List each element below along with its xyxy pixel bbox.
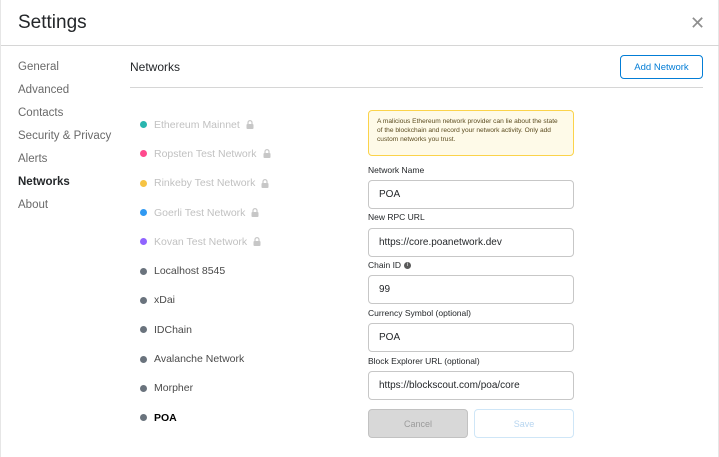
add-network-button[interactable]: Add Network xyxy=(620,55,703,79)
network-item-label: xDai xyxy=(154,294,176,307)
chain-id-input[interactable]: 99 xyxy=(368,275,574,304)
network-item-label: Rinkeby Test Network xyxy=(154,177,256,190)
network-status-dot-icon xyxy=(140,179,147,187)
lock-icon xyxy=(253,237,261,247)
network-item-localhost-8545[interactable]: Localhost 8545 xyxy=(140,256,340,285)
network-item-label: Avalanche Network xyxy=(154,353,245,366)
sidebar-item-networks[interactable]: Networks xyxy=(18,175,118,198)
sidebar-item-alerts[interactable]: Alerts xyxy=(18,152,118,175)
currency-symbol-input[interactable]: POA xyxy=(368,323,574,352)
page-title: Settings xyxy=(18,12,87,33)
network-item-poa[interactable]: POA xyxy=(140,403,340,432)
network-item-label: POA xyxy=(154,411,177,424)
block-explorer-url-input[interactable]: https://blockscout.com/poa/core xyxy=(368,371,574,400)
section-divider xyxy=(130,87,703,88)
network-item-xdai[interactable]: xDai xyxy=(140,286,340,315)
lock-icon xyxy=(251,208,259,218)
network-status-dot-icon xyxy=(140,355,147,363)
save-button[interactable]: Save xyxy=(474,409,574,438)
rpc-url-input[interactable]: https://core.poanetwork.dev xyxy=(368,228,574,257)
network-status-dot-icon xyxy=(140,121,147,129)
chain-id-label-row: Chain ID i xyxy=(368,260,412,270)
network-item-label: Localhost 8545 xyxy=(154,265,226,278)
close-icon[interactable]: ✕ xyxy=(690,14,705,32)
network-item-label: IDChain xyxy=(154,323,192,336)
network-item-rinkeby-test-network[interactable]: Rinkeby Test Network xyxy=(140,169,340,198)
network-item-label: Kovan Test Network xyxy=(154,235,248,248)
sidebar-item-security-privacy[interactable]: Security & Privacy xyxy=(18,129,118,152)
network-name-label: Network Name xyxy=(368,165,425,175)
settings-window: Settings ✕ General Advanced Contacts Sec… xyxy=(0,0,719,457)
network-status-dot-icon xyxy=(140,326,147,334)
network-item-morpher[interactable]: Morpher xyxy=(140,374,340,403)
network-warning-banner: A malicious Ethereum network provider ca… xyxy=(368,110,574,156)
network-item-ethereum-mainnet[interactable]: Ethereum Mainnet xyxy=(140,110,340,139)
lock-icon xyxy=(246,120,254,130)
sidebar-item-about[interactable]: About xyxy=(18,198,118,221)
sidebar-item-contacts[interactable]: Contacts xyxy=(18,106,118,129)
section-title: Networks xyxy=(130,60,181,74)
chain-id-label: Chain ID xyxy=(368,260,402,270)
network-name-input[interactable]: POA xyxy=(368,180,574,209)
network-status-dot-icon xyxy=(140,384,147,392)
network-status-dot-icon xyxy=(140,209,147,217)
network-item-label: Goerli Test Network xyxy=(154,206,246,219)
lock-icon xyxy=(263,149,271,159)
network-item-idchain[interactable]: IDChain xyxy=(140,315,340,344)
rpc-url-label: New RPC URL xyxy=(368,212,425,222)
network-status-dot-icon xyxy=(140,150,147,158)
settings-header: Settings ✕ xyxy=(1,0,719,46)
network-item-goerli-test-network[interactable]: Goerli Test Network xyxy=(140,198,340,227)
network-item-label: Morpher xyxy=(154,382,194,395)
settings-sidebar: General Advanced Contacts Security & Pri… xyxy=(18,60,118,221)
cancel-button[interactable]: Cancel xyxy=(368,409,468,438)
network-item-ropsten-test-network[interactable]: Ropsten Test Network xyxy=(140,139,340,168)
block-explorer-url-label: Block Explorer URL (optional) xyxy=(368,356,480,366)
network-list: Ethereum Mainnet Ropsten Test Network Rink… xyxy=(140,110,340,432)
network-item-kovan-test-network[interactable]: Kovan Test Network xyxy=(140,227,340,256)
network-status-dot-icon xyxy=(140,267,147,275)
network-status-dot-icon xyxy=(140,296,147,304)
currency-symbol-label: Currency Symbol (optional) xyxy=(368,308,471,318)
info-icon[interactable]: i xyxy=(404,262,412,270)
network-item-label: Ropsten Test Network xyxy=(154,147,257,160)
sidebar-item-advanced[interactable]: Advanced xyxy=(18,83,118,106)
network-item-avalanche-network[interactable]: Avalanche Network xyxy=(140,344,340,373)
network-item-label: Ethereum Mainnet xyxy=(154,118,240,131)
network-status-dot-icon xyxy=(140,414,147,422)
sidebar-item-general[interactable]: General xyxy=(18,60,118,83)
lock-icon xyxy=(261,178,269,188)
network-status-dot-icon xyxy=(140,238,147,246)
